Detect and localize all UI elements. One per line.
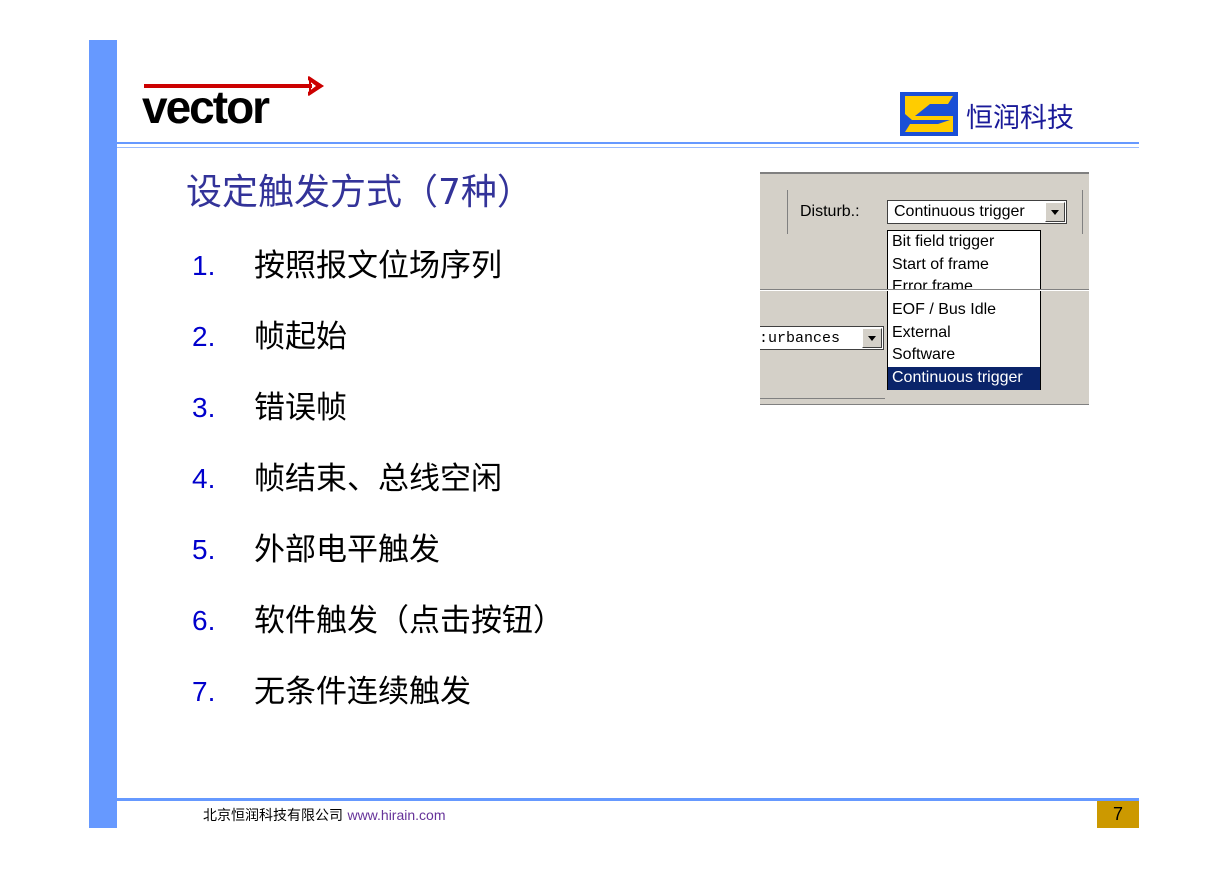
footer-company-name: 北京恒润科技有限公司 xyxy=(203,808,343,824)
footer-divider xyxy=(117,798,1139,801)
left-accent-bar xyxy=(89,40,117,828)
header-divider xyxy=(117,142,1139,144)
disturb-combobox[interactable]: Continuous trigger xyxy=(887,200,1067,224)
dialog-separator xyxy=(1082,190,1083,234)
footer-company: 北京恒润科技有限公司 www.hirain.com xyxy=(203,805,445,825)
item-number: 3. xyxy=(192,392,216,423)
chevron-down-icon[interactable] xyxy=(862,328,882,348)
vector-logo: vector xyxy=(142,72,332,134)
item-number: 6. xyxy=(192,605,216,636)
item-number: 1. xyxy=(192,250,216,281)
disturbances-combobox-value: :urbances xyxy=(760,330,841,347)
trigger-dialog-screenshot: Disturb.: Continuous trigger Bit field t… xyxy=(760,172,1089,410)
list-item: 1. 按照报文位场序列 xyxy=(192,246,564,317)
chevron-down-icon[interactable] xyxy=(1045,202,1065,222)
item-text: 无条件连续触发 xyxy=(254,674,471,710)
item-number: 5. xyxy=(192,534,216,565)
slide-title: 设定触发方式（7种） xyxy=(186,172,533,213)
header-divider-thin xyxy=(117,147,1139,148)
list-item: 2. 帧起始 xyxy=(192,317,564,388)
item-text: 按照报文位场序列 xyxy=(254,248,502,284)
disturbances-combobox[interactable]: :urbances xyxy=(760,326,884,350)
item-number: 4. xyxy=(192,463,216,494)
dropdown-option-bit-field[interactable]: Bit field trigger xyxy=(888,231,1040,254)
dialog-separator-highlight xyxy=(760,290,1089,291)
list-item: 6. 软件触发（点击按钮） xyxy=(192,601,564,672)
disturb-combobox-value: Continuous trigger xyxy=(894,203,1025,220)
dropdown-option-continuous[interactable]: Continuous trigger xyxy=(888,367,1040,390)
item-text: 外部电平触发 xyxy=(254,532,440,568)
dialog-separator xyxy=(787,190,788,234)
hirain-emblem-icon xyxy=(900,92,958,136)
disturb-dropdown-list: Bit field trigger Start of frame Error f… xyxy=(887,230,1041,390)
list-item: 7. 无条件连续触发 xyxy=(192,672,564,743)
hirain-logo-text: 恒润科技 xyxy=(966,103,1074,134)
dropdown-option-external[interactable]: External xyxy=(888,322,1040,345)
dropdown-option-software[interactable]: Software xyxy=(888,344,1040,367)
vector-logo-text: vector xyxy=(142,81,270,133)
item-number: 7. xyxy=(192,676,216,707)
item-text: 错误帧 xyxy=(254,390,347,426)
dialog-bottom-highlight xyxy=(760,405,1089,410)
hirain-logo: 恒润科技 xyxy=(900,92,1140,136)
item-text: 帧起始 xyxy=(254,319,347,355)
list-item: 4. 帧结束、总线空闲 xyxy=(192,459,564,530)
disturb-label: Disturb.: xyxy=(800,203,860,220)
item-number: 2. xyxy=(192,321,216,352)
item-text: 帧结束、总线空闲 xyxy=(254,461,502,497)
dropdown-option-start-of-frame[interactable]: Start of frame xyxy=(888,254,1040,277)
page-number-badge: 7 xyxy=(1097,801,1139,828)
list-item: 3. 错误帧 xyxy=(192,388,564,459)
footer-url[interactable]: www.hirain.com xyxy=(347,807,445,823)
item-text: 软件触发（点击按钮） xyxy=(254,603,564,639)
dialog-separator xyxy=(760,398,885,399)
dropdown-option-error-frame[interactable]: Error frame xyxy=(888,276,1040,299)
list-item: 5. 外部电平触发 xyxy=(192,530,564,601)
trigger-list: 1. 按照报文位场序列 2. 帧起始 3. 错误帧 4. 帧结束、总线空闲 5. 外部电平… xyxy=(192,246,564,743)
dropdown-option-eof-bus-idle[interactable]: EOF / Bus Idle xyxy=(888,299,1040,322)
dialog-top-border xyxy=(760,172,1089,174)
